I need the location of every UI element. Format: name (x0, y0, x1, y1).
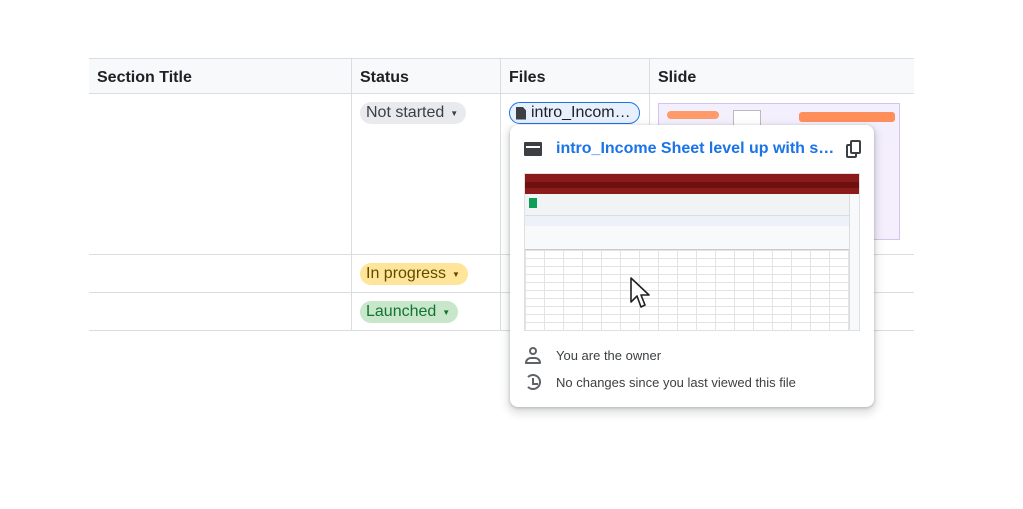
chevron-down-icon: ▼ (450, 108, 459, 118)
status-chip-not-started[interactable]: Not started ▼ (360, 102, 467, 124)
preview-side-panel (849, 194, 859, 330)
preview-menu-bar (525, 194, 859, 216)
chevron-down-icon: ▼ (442, 307, 451, 317)
file-preview-thumbnail[interactable] (524, 173, 860, 331)
status-chip-label: In progress (366, 265, 447, 282)
status-chip-in-progress[interactable]: In progress ▼ (360, 263, 468, 285)
preview-toolbar (525, 216, 859, 226)
table-header-row: Section Title Status Files Slide (89, 58, 914, 94)
status-cell: Launched ▼ (352, 293, 501, 330)
document-icon (516, 106, 526, 120)
history-icon (524, 373, 542, 391)
video-file-icon (524, 142, 542, 156)
chevron-down-icon: ▼ (452, 269, 460, 279)
card-header: intro_Income Sheet level up with s… (524, 137, 862, 161)
file-title-link[interactable]: intro_Income Sheet level up with s… (556, 140, 836, 158)
preview-header-band (525, 226, 849, 250)
slide-shape (667, 111, 719, 119)
section-title-cell[interactable] (89, 293, 352, 330)
section-title-cell[interactable] (89, 255, 352, 292)
header-section-title: Section Title (89, 59, 352, 93)
sheets-icon (529, 198, 537, 208)
status-cell: In progress ▼ (352, 255, 501, 292)
header-files: Files (501, 59, 650, 93)
copy-link-icon[interactable] (846, 140, 862, 158)
file-preview-card: intro_Income Sheet level up with s… You … (510, 125, 874, 407)
header-status: Status (352, 59, 501, 93)
person-icon (524, 346, 542, 364)
slide-shape (799, 112, 895, 122)
owner-text: You are the owner (556, 347, 662, 363)
changes-row: No changes since you last viewed this fi… (524, 372, 796, 392)
file-chip-label: intro_Incom… (531, 104, 631, 121)
mouse-cursor-icon (630, 277, 650, 308)
section-title-cell[interactable] (89, 94, 352, 254)
status-chip-label: Not started (366, 104, 445, 121)
changes-text: No changes since you last viewed this fi… (556, 374, 796, 390)
page: Section Title Status Files Slide Not sta… (0, 0, 1023, 509)
header-slide: Slide (658, 69, 697, 86)
file-smart-chip[interactable]: intro_Incom… (509, 102, 640, 124)
status-chip-launched[interactable]: Launched ▼ (360, 301, 459, 323)
status-chip-label: Launched (366, 303, 437, 320)
status-cell: Not started ▼ (352, 94, 501, 254)
preview-address-bar (525, 182, 859, 188)
owner-row: You are the owner (524, 345, 661, 365)
